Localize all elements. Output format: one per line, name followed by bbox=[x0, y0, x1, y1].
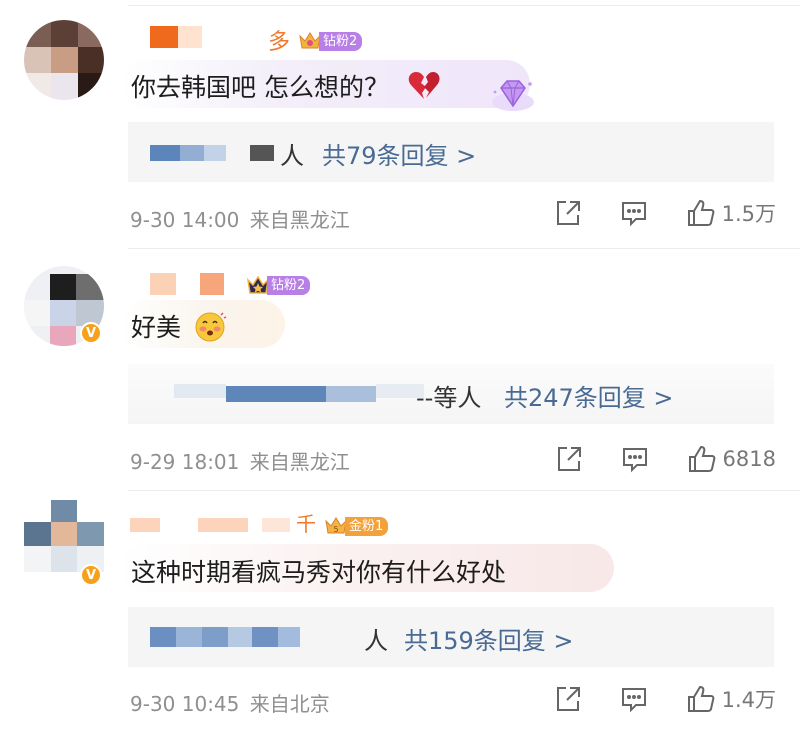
thumbs-up-icon bbox=[687, 199, 714, 226]
like-count: 1.4万 bbox=[721, 688, 776, 712]
comment-meta: 9-30 14:00 来自黑龙江 bbox=[130, 204, 350, 233]
view-replies-link[interactable]: 共247条回复 > bbox=[504, 378, 674, 413]
comment-icon[interactable] bbox=[620, 685, 648, 713]
reply-preview[interactable]: --等人 共247条回复 > bbox=[128, 364, 774, 424]
timestamp: 9-30 14:00 bbox=[130, 208, 240, 232]
view-replies-link[interactable]: 共79条回复 > bbox=[322, 136, 476, 171]
location: 来自黑龙江 bbox=[249, 208, 350, 232]
blush-emoji-icon bbox=[193, 310, 227, 348]
share-icon[interactable] bbox=[555, 445, 583, 473]
comment-item: V 钻粉2 好美 --等人 共247条回复 > 9-29 18:01 来自黑龙江… bbox=[0, 248, 800, 490]
like-button[interactable]: 1.4万 bbox=[686, 684, 776, 714]
comment-actions: 1.4万 bbox=[554, 684, 776, 714]
reply-users-suffix: 人 bbox=[364, 627, 388, 655]
diamond-icon bbox=[490, 76, 536, 118]
avatar[interactable] bbox=[24, 20, 104, 100]
username-visible-char: 多 bbox=[268, 30, 291, 55]
comment-text: 这种时期看疯马秀对你有什么好处 bbox=[131, 558, 507, 587]
fan-badge: 5 金粉1 bbox=[324, 515, 389, 537]
reply-preview[interactable]: 人 共159条回复 > bbox=[128, 607, 774, 667]
share-icon[interactable] bbox=[554, 199, 582, 227]
comment-text: 好美 bbox=[131, 308, 227, 348]
fan-badge: 钻粉2 bbox=[246, 274, 311, 296]
like-count: 1.5万 bbox=[721, 202, 776, 226]
reply-users-suffix: 人 bbox=[280, 142, 304, 170]
svg-text:5: 5 bbox=[333, 525, 338, 534]
verified-badge: V bbox=[80, 322, 102, 344]
comment-icon[interactable] bbox=[620, 199, 648, 227]
comment-actions: 6818 bbox=[555, 444, 776, 474]
thumbs-up-icon bbox=[688, 445, 715, 472]
comment-actions: 1.5万 bbox=[554, 198, 776, 228]
comment-meta: 9-29 18:01 来自黑龙江 bbox=[130, 446, 350, 475]
location: 来自黑龙江 bbox=[249, 450, 350, 474]
like-button[interactable]: 1.5万 bbox=[686, 198, 776, 228]
reply-preview[interactable]: 人 共79条回复 > bbox=[128, 122, 774, 182]
reply-users-suffix: --等人 bbox=[416, 384, 482, 412]
comment-meta: 9-30 10:45 来自北京 bbox=[130, 688, 330, 717]
broken-heart-icon bbox=[407, 71, 441, 107]
timestamp: 9-29 18:01 bbox=[130, 450, 240, 474]
username-visible-char: 千 bbox=[296, 512, 316, 536]
comment-text: 你去韩国吧 怎么想的？ bbox=[131, 68, 441, 107]
verified-badge: V bbox=[80, 564, 102, 586]
username[interactable] bbox=[130, 273, 240, 299]
fan-badge: 钻粉2 bbox=[298, 30, 363, 52]
view-replies-link[interactable]: 共159条回复 > bbox=[404, 621, 574, 656]
timestamp: 9-30 10:45 bbox=[130, 692, 240, 716]
comment-icon[interactable] bbox=[621, 445, 649, 473]
comment-item: 多 钻粉2 你去韩国吧 怎么想的？ 人 共79条回复 > 9-30 14:00 … bbox=[0, 0, 800, 248]
like-button[interactable]: 6818 bbox=[687, 444, 776, 474]
share-icon[interactable] bbox=[554, 685, 582, 713]
location: 来自北京 bbox=[249, 692, 330, 716]
comment-item: V 千 5 金粉1 这种时期看疯马秀对你有什么好处 人 共159条回复 > 9-… bbox=[0, 490, 800, 739]
username[interactable]: 多 bbox=[130, 26, 300, 55]
username[interactable]: 千 bbox=[130, 512, 320, 544]
like-count: 6818 bbox=[722, 447, 776, 471]
thumbs-up-icon bbox=[687, 685, 714, 712]
